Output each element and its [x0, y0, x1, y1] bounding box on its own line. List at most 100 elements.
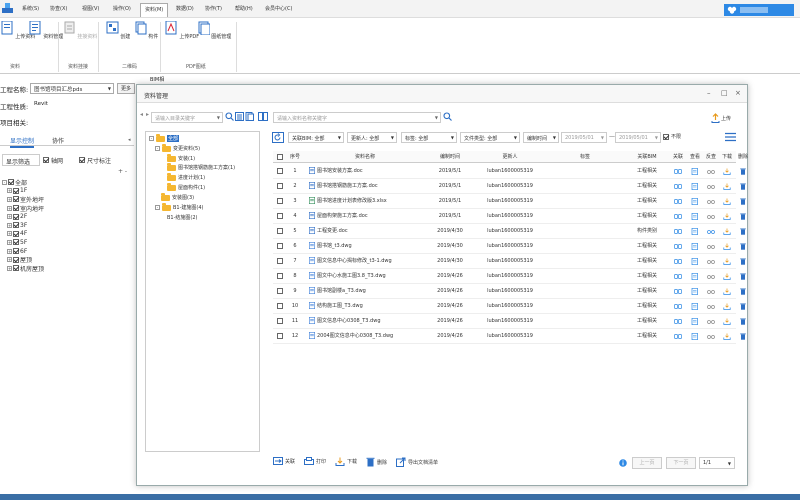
trash-icon[interactable] [739, 168, 747, 175]
trash-icon[interactable] [739, 228, 747, 235]
menu-operate[interactable]: 操作(O) [113, 5, 131, 12]
download-icon[interactable] [723, 228, 731, 235]
tree-node[interactable]: 屋面构件(1) [167, 183, 205, 191]
trash-icon[interactable] [739, 273, 747, 280]
download-icon[interactable] [723, 333, 731, 340]
col-tag[interactable]: 标签 [545, 151, 625, 163]
row-checkbox[interactable] [277, 258, 283, 264]
view-icon[interactable] [691, 183, 699, 190]
row-name-cell[interactable]: 图书馆_t3.dwg [309, 239, 425, 254]
table-row[interactable]: 10 结构施工图_T3.dwg 2019/4/26 luban1600005319 工程… [273, 299, 746, 314]
download-icon[interactable] [723, 303, 731, 310]
col-no[interactable]: 序号 [285, 151, 305, 163]
view-icon[interactable] [691, 303, 699, 310]
list-view-icon[interactable] [235, 112, 244, 121]
tree-node[interactable]: 安装图(3) [161, 193, 194, 201]
table-row[interactable]: 1 图书馆安装方案.doc 2019/5/1 luban1600005319 工程相关 [273, 164, 746, 179]
menu-list-icon[interactable] [725, 132, 736, 142]
tab-display-control[interactable]: 显示控制 [10, 136, 35, 148]
menu-system[interactable]: 系统(S) [22, 5, 39, 12]
menu-view[interactable]: 视图(V) [82, 5, 99, 12]
chevron-left-icon[interactable]: ◂ [128, 137, 131, 143]
table-row[interactable]: 9 图书馆副楼a_T3.dwg 2019/4/26 luban1600005319 工程… [273, 284, 746, 299]
floor-item[interactable]: + 室外地坪 [2, 195, 44, 204]
expand-collapse-icons[interactable]: + - [118, 168, 127, 175]
view-icon[interactable] [691, 273, 699, 280]
reverse-search-icon[interactable] [707, 303, 715, 310]
drawing-manage-button[interactable]: 图纸管理 [196, 21, 232, 40]
download-icon[interactable] [723, 318, 731, 325]
row-name-cell[interactable]: 图文中心水施工图3.8_T3.dwg [309, 269, 425, 284]
prev-page-button[interactable]: 上一页 [632, 457, 662, 469]
link-icon[interactable] [674, 168, 682, 175]
bim-filter-select[interactable]: 关联BIM: 全部 ▼ [288, 132, 344, 143]
trash-icon[interactable] [739, 243, 747, 250]
tree-node[interactable]: 图书馆搭钢筋施工方案(1) [167, 163, 235, 171]
row-checkbox[interactable] [277, 183, 283, 189]
row-checkbox[interactable] [277, 228, 283, 234]
row-name-cell[interactable]: 图书馆搭钢筋施工方案.doc [309, 179, 425, 194]
floor-item[interactable]: +3F [2, 221, 44, 230]
floor-item[interactable]: - 全部 [2, 178, 44, 187]
tree-search-input[interactable]: 请输入目录关键字 ▼ [151, 112, 223, 123]
table-row[interactable]: 11 图文信息中心0308_T3.dwg 2019/4/26 luban1600005… [273, 314, 746, 329]
col-reverse[interactable]: 反查 [703, 151, 719, 163]
row-checkbox[interactable] [277, 288, 283, 294]
reverse-search-icon[interactable] [707, 198, 715, 205]
view-icon[interactable] [691, 168, 699, 175]
floor-item[interactable]: +4F [2, 230, 44, 239]
floor-item[interactable]: +1F [2, 187, 44, 196]
refresh-icon[interactable] [272, 132, 284, 143]
table-row[interactable]: 7 图文信息中心揭标修改_t3-1.dwg 2019/4/30 luban160000… [273, 254, 746, 269]
row-name-cell[interactable]: 图文信息中心0308_T3.dwg [309, 314, 425, 329]
row-name-cell[interactable]: 图书馆安装方案.doc [309, 164, 425, 179]
table-row[interactable]: 4 屋面构架施工方案.doc 2019/5/1 luban1600005319 工程相关 [273, 209, 746, 224]
display-filter-button[interactable]: 显示筛选 [2, 154, 40, 166]
search-icon[interactable] [443, 112, 452, 121]
more-button[interactable]: 更多 [117, 83, 135, 94]
row-name-cell[interactable]: 图书馆进度计划表修改版3.xlsx [309, 194, 425, 209]
link-icon[interactable] [674, 183, 682, 190]
link-icon[interactable] [674, 198, 682, 205]
trash-icon[interactable] [739, 318, 747, 325]
date-from-input[interactable]: 2019/05/01 ▼ [561, 132, 607, 143]
link-icon[interactable] [674, 318, 682, 325]
trash-icon[interactable] [739, 258, 747, 265]
row-checkbox[interactable] [277, 213, 283, 219]
reverse-search-icon[interactable] [707, 288, 715, 295]
col-name[interactable]: 资料名称 [305, 151, 425, 163]
trash-icon[interactable] [739, 303, 747, 310]
floor-item[interactable]: + 机房屋顶 [2, 264, 44, 273]
project-select[interactable]: 图书馆项目汇总pds ▼ [30, 83, 114, 94]
row-name-cell[interactable]: 结构施工图_T3.dwg [309, 299, 425, 314]
row-checkbox[interactable] [277, 168, 283, 174]
row-checkbox[interactable] [277, 198, 283, 204]
floor-item[interactable]: +5F [2, 238, 44, 247]
link-icon[interactable] [674, 258, 682, 265]
cloud-account-button[interactable] [724, 4, 794, 16]
reverse-search-icon[interactable] [707, 258, 715, 265]
view-icon[interactable] [691, 258, 699, 265]
view-icon[interactable] [691, 243, 699, 250]
row-name-cell[interactable]: 图书馆副楼a_T3.dwg [309, 284, 425, 299]
floor-item[interactable]: +6F [2, 247, 44, 256]
select-all-checkbox[interactable] [277, 154, 283, 160]
tree-node[interactable]: - 变更资料(5) [155, 144, 200, 152]
menu-data[interactable]: 数据(D) [176, 5, 194, 12]
row-checkbox[interactable] [277, 318, 283, 324]
row-checkbox[interactable] [277, 303, 283, 309]
unlimited-checkbox[interactable]: 不限 [663, 133, 681, 140]
link-icon[interactable] [674, 243, 682, 250]
reverse-search-icon[interactable] [707, 243, 715, 250]
search-icon[interactable] [225, 112, 234, 121]
doc-view-icon[interactable] [245, 112, 254, 121]
table-row[interactable]: 6 图书馆_t3.dwg 2019/4/30 luban1600005319 工程相关 [273, 239, 746, 254]
dimension-checkbox[interactable]: 尺寸标注 [79, 154, 111, 166]
next-page-button[interactable]: 下一页 [666, 457, 696, 469]
view-icon[interactable] [691, 288, 699, 295]
row-name-cell[interactable]: 工程变更.doc [309, 224, 425, 239]
trash-icon[interactable] [739, 333, 747, 340]
component-qrcode-button[interactable]: 构件 [128, 21, 164, 40]
col-date[interactable]: 编制时间 [425, 151, 475, 163]
download-icon[interactable] [723, 183, 731, 190]
